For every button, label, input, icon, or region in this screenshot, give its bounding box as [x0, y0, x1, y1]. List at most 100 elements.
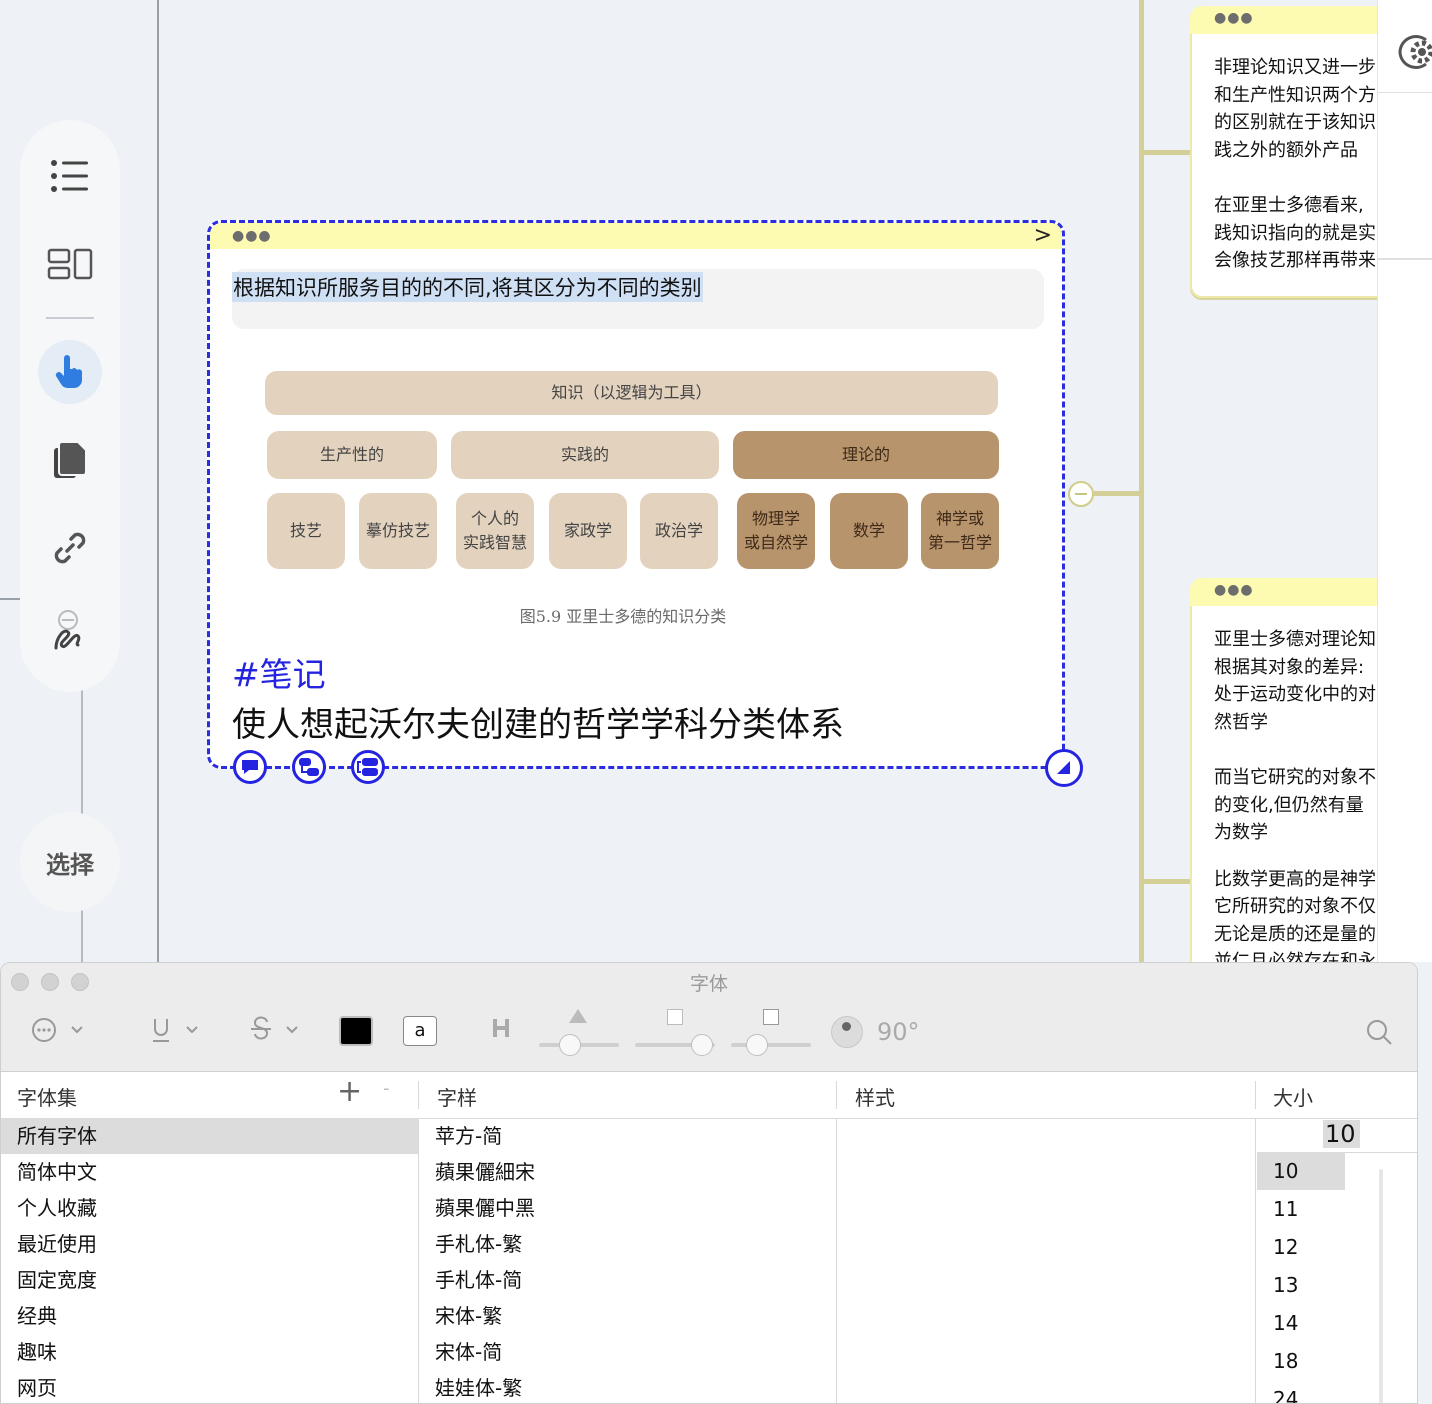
diagram-leaf: 政治学 — [640, 493, 718, 569]
pointer-tool[interactable] — [38, 340, 102, 404]
select-mode-button[interactable]: 选择 — [20, 812, 120, 912]
strikethrough-menu[interactable] — [251, 1015, 303, 1051]
layout-tool[interactable] — [38, 232, 102, 296]
collection-item[interactable]: 网页 — [1, 1370, 418, 1403]
collections-header: 字体集 — [17, 1086, 77, 1110]
copy-tool[interactable] — [38, 428, 102, 492]
collapse-connector[interactable] — [1068, 481, 1094, 507]
layout-icon — [47, 248, 93, 280]
collection-item[interactable]: 最近使用 — [1, 1226, 418, 1262]
diagram-leaf: 神学或 第一哲学 — [921, 493, 999, 569]
size-item[interactable]: 14 — [1257, 1304, 1345, 1342]
font-family-item[interactable]: 宋体-繁 — [419, 1298, 836, 1334]
collections-list: 所有字体 简体中文 个人收藏 最近使用 固定宽度 经典 趣味 网页 — [1, 1118, 418, 1403]
canvas-line — [157, 0, 159, 962]
canvas-line — [0, 598, 20, 600]
gear-refresh-icon — [1398, 35, 1432, 69]
size-scrollbar[interactable] — [1379, 1169, 1383, 1403]
mindmap-card-selected[interactable]: ●●● > 根据知识所服务目的的不同,将其区分为不同的类别 知识（以逻辑为工具）… — [207, 220, 1065, 769]
shadow-offset-slider[interactable] — [731, 1043, 811, 1047]
tree-trunk — [1139, 0, 1144, 962]
font-family-list: 苹方-简 蘋果儷細宋 蘋果儷中黑 手札体-繁 手札体-简 宋体-繁 宋体-简 娃… — [419, 1118, 836, 1403]
diagram-leaf: 技艺 — [267, 493, 345, 569]
font-family-item[interactable]: 手札体-简 — [419, 1262, 836, 1298]
size-item[interactable]: 13 — [1257, 1266, 1345, 1304]
comment-button[interactable] — [233, 750, 267, 784]
excerpt-box[interactable]: 根据知识所服务目的的不同,将其区分为不同的类别 — [232, 269, 1044, 329]
collection-item[interactable]: 固定宽度 — [1, 1262, 418, 1298]
search-button[interactable] — [1365, 1018, 1393, 1052]
diagram-category: 生产性的 — [267, 431, 437, 479]
slider-knob[interactable] — [559, 1034, 581, 1056]
scribble-icon — [54, 610, 81, 650]
collection-item[interactable]: 简体中文 — [1, 1154, 418, 1190]
collection-item[interactable]: 趣味 — [1, 1334, 418, 1370]
select-mode-label: 选择 — [46, 850, 94, 879]
toolbar-divider — [46, 317, 94, 319]
drag-handle-icon[interactable]: ●●● — [1214, 10, 1254, 26]
size-item[interactable]: 24 — [1257, 1380, 1345, 1403]
column-separator — [836, 1081, 837, 1109]
style-header: 样式 — [855, 1086, 895, 1110]
family-header: 字样 — [437, 1086, 477, 1110]
font-panel-title: 字体 — [689, 973, 728, 995]
size-header: 大小 — [1273, 1086, 1313, 1110]
text-color-swatch[interactable] — [339, 1016, 373, 1046]
copy-icon — [54, 441, 87, 478]
list-icon — [51, 160, 88, 192]
font-family-item[interactable]: 宋体-简 — [419, 1334, 836, 1370]
column-divider — [836, 1118, 837, 1403]
strikethrough-icon — [251, 1016, 298, 1040]
document-color-swatch[interactable]: a — [403, 1016, 437, 1046]
size-item[interactable]: 10 — [1257, 1152, 1345, 1190]
size-item[interactable]: 11 — [1257, 1190, 1345, 1228]
slider-knob[interactable] — [746, 1034, 768, 1056]
link-tool[interactable] — [38, 516, 102, 580]
add-child-button[interactable] — [292, 750, 326, 784]
diagram-root: 知识（以逻辑为工具） — [265, 371, 998, 415]
font-family-item[interactable]: 娃娃体-繁 — [419, 1370, 836, 1403]
comment-icon — [242, 760, 258, 774]
size-list: 10 11 12 13 14 18 24 — [1257, 1152, 1345, 1403]
size-item[interactable]: 18 — [1257, 1342, 1345, 1380]
shadow-toggle[interactable] — [491, 1015, 513, 1047]
actions-menu[interactable] — [31, 1015, 93, 1051]
font-family-item[interactable]: 蘋果儷細宋 — [419, 1154, 836, 1190]
note-tag[interactable]: #笔记 — [232, 648, 326, 696]
font-family-item[interactable]: 手札体-繁 — [419, 1226, 836, 1262]
search-icon — [1367, 1020, 1392, 1045]
card-header[interactable]: ●●● > — [210, 223, 1062, 249]
panel-divider — [1378, 258, 1432, 260]
collection-item[interactable]: 经典 — [1, 1298, 418, 1334]
underline-menu[interactable] — [151, 1015, 203, 1051]
resize-handle[interactable] — [1045, 749, 1083, 787]
shadow-angle-dial[interactable] — [831, 1016, 863, 1048]
outline-tool[interactable] — [38, 144, 102, 208]
font-family-item[interactable]: 蘋果儷中黑 — [419, 1190, 836, 1226]
note-text[interactable]: 使人想起沃尔夫创建的哲学学科分类体系 — [232, 697, 844, 746]
diagram-category: 实践的 — [451, 431, 719, 479]
add-sibling-button[interactable] — [351, 750, 385, 784]
tree-branch — [1142, 879, 1192, 884]
excerpt-text[interactable]: 根据知识所服务目的的不同,将其区分为不同的类别 — [232, 272, 703, 302]
remove-collection-button[interactable]: - — [383, 1078, 390, 1099]
collection-item[interactable]: 所有字体 — [1, 1118, 418, 1154]
slider-knob[interactable] — [691, 1034, 713, 1056]
link-icon — [54, 532, 86, 564]
size-item[interactable]: 12 — [1257, 1228, 1345, 1266]
drag-handle-icon[interactable]: ●●● — [1214, 582, 1254, 598]
size-input-value[interactable]: 10 — [1323, 1120, 1360, 1148]
chevron-right-icon[interactable]: > — [1034, 223, 1052, 248]
add-collection-button[interactable]: + — [337, 1074, 362, 1109]
font-family-item[interactable]: 苹方-简 — [419, 1118, 836, 1154]
draw-tool[interactable] — [38, 598, 102, 662]
shadow-blur-icon — [667, 1009, 683, 1025]
diagram-leaf: 个人的 实践智慧 — [456, 493, 534, 569]
font-columns-header: 字体集 + - 字样 样式 大小 — [1, 1072, 1417, 1119]
drag-handle-icon[interactable]: ●●● — [232, 228, 272, 244]
size-input[interactable]: 10 — [1257, 1118, 1417, 1153]
settings-refresh-button[interactable] — [1394, 30, 1432, 78]
font-panel-window: 字体 a 90° 字体集 + - 字样 样式 大小 所有字体 简体中文 个人收藏… — [0, 962, 1418, 1404]
font-panel-toolbar: 字体 a 90° — [1, 963, 1417, 1072]
collection-item[interactable]: 个人收藏 — [1, 1190, 418, 1226]
